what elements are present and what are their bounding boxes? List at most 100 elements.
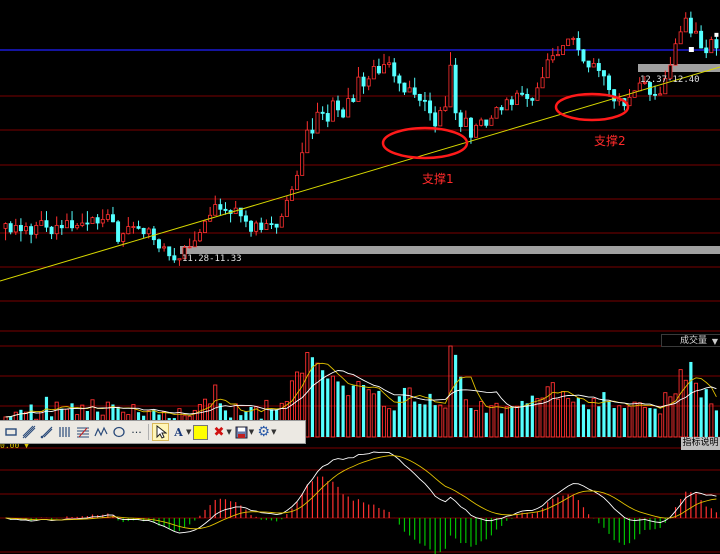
candle-body-127	[653, 93, 658, 96]
candle-body-69	[356, 76, 361, 102]
volume-bar-136	[699, 397, 703, 437]
parallel-lines-tool-icon[interactable]	[56, 423, 73, 441]
stock-chart[interactable]	[0, 0, 720, 554]
candle-body-113	[581, 49, 586, 62]
volume-bar-73	[377, 390, 381, 437]
grid-lines	[0, 49, 720, 553]
volume-bar-132	[678, 369, 683, 438]
candle-body-22	[116, 221, 121, 242]
candle-body-58	[300, 152, 305, 176]
candle-body-16	[85, 222, 90, 225]
volume-bar-86	[443, 407, 448, 438]
gear-icon[interactable]: ⚙	[255, 423, 272, 441]
volume-bar-62	[321, 370, 325, 437]
candle-body-26	[136, 226, 141, 229]
drawing-toolbar: ··· A ▼ ✖ ▼ ▼ ⚙ ▼	[0, 420, 306, 444]
volume-bar-68	[351, 385, 355, 437]
candle-body-55	[284, 199, 289, 217]
candle-body-82	[422, 99, 427, 102]
candle-body-101	[520, 92, 525, 95]
delete-tool-icon[interactable]: ✖	[210, 423, 227, 441]
volume-bar-123	[632, 401, 637, 438]
indicator-help-button[interactable]: 指标说明	[681, 437, 720, 450]
volume-bar-92	[474, 409, 479, 438]
volume-bar-80	[413, 401, 417, 437]
delete-tool-chevron-down-icon[interactable]: ▼	[226, 428, 231, 436]
volume-bar-84	[433, 405, 437, 437]
volume-bar-120	[617, 405, 622, 438]
candle-body-108	[555, 54, 560, 57]
save-tool-chevron-down-icon[interactable]: ▼	[249, 428, 254, 436]
candle-body-87	[448, 64, 453, 108]
candle-body-71	[366, 78, 371, 87]
volume-bar-110	[566, 398, 571, 438]
candle-body-52	[269, 223, 274, 226]
candle-body-21	[110, 214, 115, 223]
candle-body-9	[49, 226, 54, 235]
candle-body-33	[172, 255, 177, 261]
candle-body-13	[70, 220, 75, 229]
candle-body-128	[658, 93, 663, 96]
support-level-bar-1	[180, 246, 720, 254]
volume-bar-85	[438, 404, 443, 438]
save-tool-icon[interactable]	[233, 423, 250, 441]
volume-bar-89	[459, 376, 463, 437]
candle-body-112	[576, 38, 581, 51]
candle-body-131	[673, 43, 678, 66]
candle-body-15	[80, 222, 85, 226]
volume-bar-70	[361, 385, 366, 437]
gann-tool-icon[interactable]	[74, 423, 91, 441]
text-tool-chevron-down-icon[interactable]: ▼	[186, 428, 191, 436]
pen-tool-icon[interactable]	[38, 423, 55, 441]
macd-lines	[5, 451, 717, 534]
candle-body-134	[688, 17, 693, 34]
candle-body-117	[601, 70, 606, 77]
volume-bar-61	[315, 362, 320, 438]
rectangle-tool-icon[interactable]	[2, 423, 19, 441]
candle-body-136	[699, 30, 704, 49]
volume-bar-59	[305, 352, 310, 438]
candle-body-6	[34, 224, 39, 235]
candle-body-77	[397, 75, 402, 84]
volume-bar-119	[612, 408, 616, 437]
volume-bar-93	[479, 401, 484, 438]
support-annotation-1: 支撑1	[422, 172, 454, 186]
candle-body-68	[351, 98, 356, 102]
volume-bar-125	[642, 407, 647, 438]
ruler-tool-icon[interactable]	[20, 423, 37, 441]
volume-bar-64	[330, 375, 335, 438]
candle-body-10	[54, 224, 59, 235]
pointer-tool-icon[interactable]	[152, 423, 169, 441]
volume-bar-137	[704, 389, 708, 437]
color-swatch[interactable]	[192, 423, 209, 441]
candle-body-118	[607, 75, 612, 91]
volume-bar-111	[571, 401, 576, 438]
candle-body-100	[515, 92, 519, 105]
text-tool-icon[interactable]: A	[170, 423, 187, 441]
candle-body-94	[484, 119, 489, 126]
candle-body-138	[709, 39, 714, 54]
volume-panel-selector[interactable]: 成交量 ▼	[661, 334, 720, 347]
volume-bar-128	[658, 413, 663, 438]
support-level-label-2: 12.37-12.40	[640, 75, 700, 85]
wave-tool-icon[interactable]	[92, 423, 109, 441]
candle-body-57	[295, 174, 300, 191]
volume-bar-74	[381, 405, 387, 438]
candle-body-98	[504, 99, 509, 111]
volume-bar-113	[581, 404, 586, 437]
candle-body-59	[305, 129, 310, 154]
candle-body-14	[75, 224, 80, 229]
candle-body-109	[561, 45, 565, 55]
candle-body-133	[683, 17, 688, 33]
support-level-label-1: 11.28-11.33	[182, 254, 242, 264]
candle-body-132	[678, 31, 683, 45]
more-tools-icon[interactable]: ···	[128, 423, 145, 441]
support-circle-1	[381, 126, 469, 160]
gear-chevron-down-icon[interactable]: ▼	[271, 428, 276, 436]
ellipse-tool-icon[interactable]	[110, 423, 127, 441]
latest-price-marker	[714, 32, 719, 37]
candle-body-95	[489, 117, 494, 126]
candle-body-49	[254, 222, 259, 232]
volume-bar-88	[454, 354, 458, 437]
candle-body-32	[167, 246, 172, 257]
